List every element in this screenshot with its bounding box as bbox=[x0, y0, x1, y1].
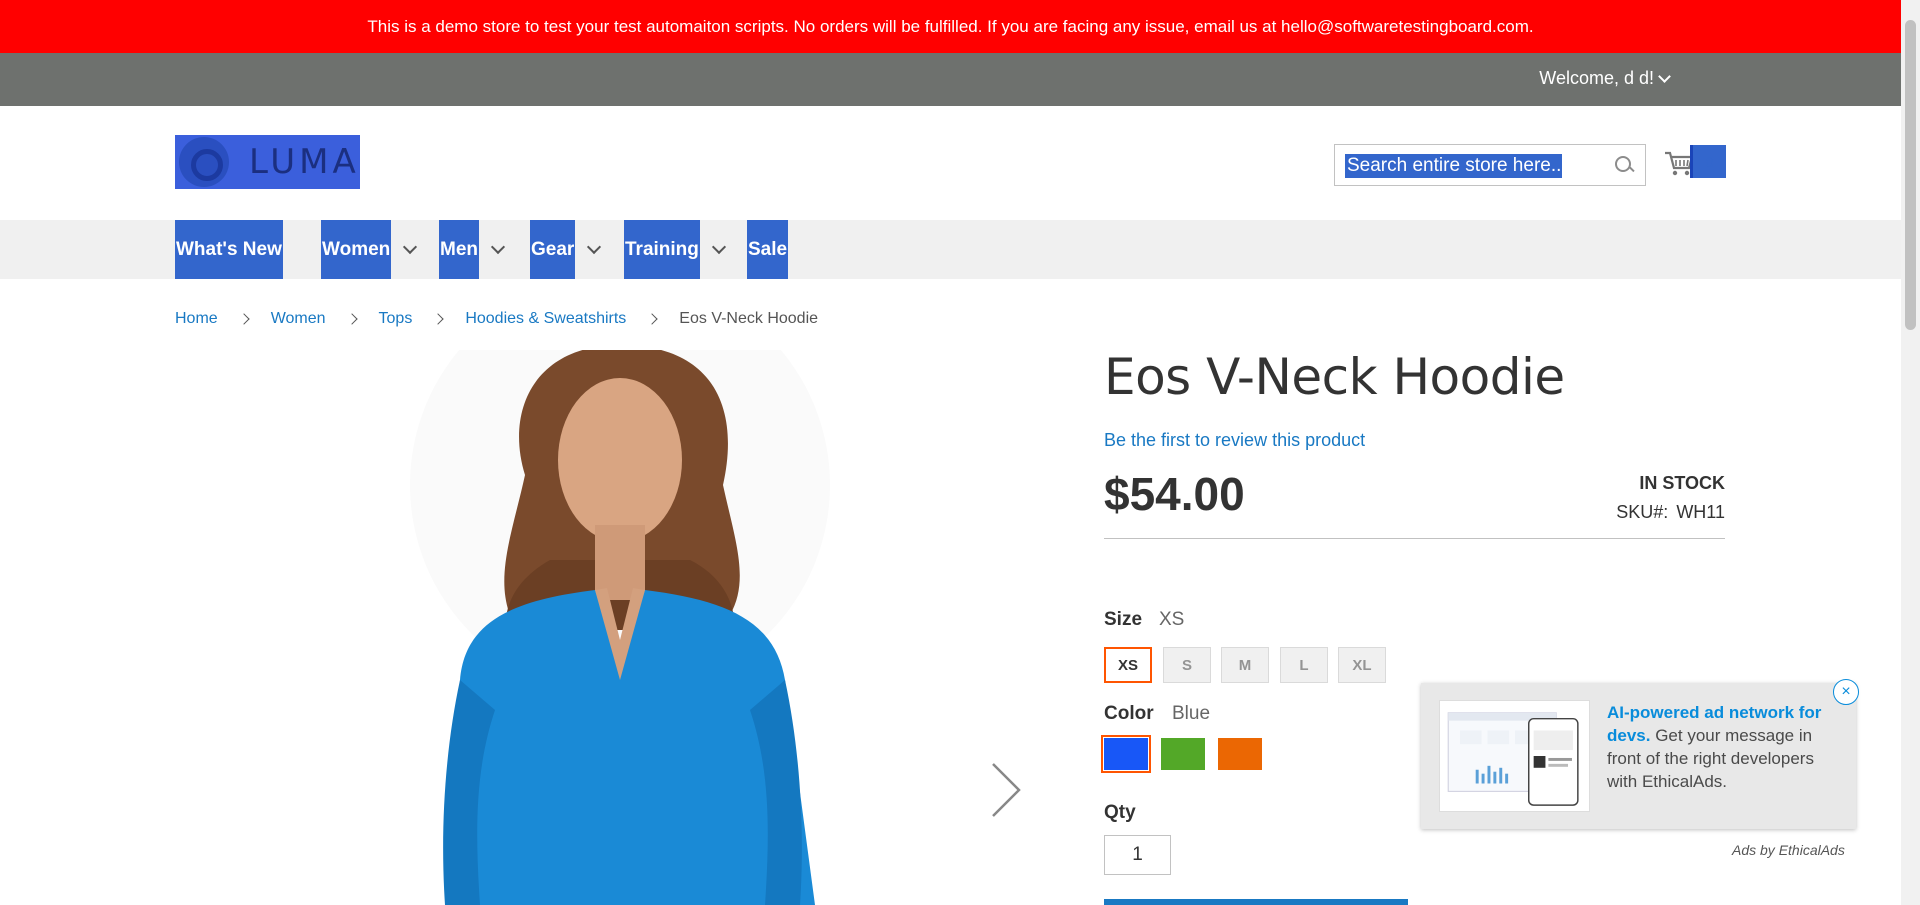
size-option-m[interactable]: M bbox=[1221, 647, 1269, 683]
size-option-s[interactable]: S bbox=[1163, 647, 1211, 683]
chevron-down-icon bbox=[490, 239, 506, 254]
top-header-bar: Welcome, d d! bbox=[0, 53, 1901, 106]
scrollbar-thumb[interactable] bbox=[1905, 20, 1916, 330]
ethical-ad-card[interactable]: AI-powered ad network for devs. Get your… bbox=[1421, 683, 1856, 829]
chevron-right-icon bbox=[432, 313, 444, 325]
minicart-button[interactable]: 0 bbox=[1660, 145, 1726, 181]
qty-label: Qty bbox=[1104, 802, 1136, 823]
chevron-right-icon bbox=[646, 313, 658, 325]
chevron-down-icon bbox=[711, 239, 726, 254]
breadcrumb-hoodies-sweatshirts[interactable]: Hoodies & Sweatshirts bbox=[465, 310, 626, 328]
nav-label: Training bbox=[624, 220, 700, 279]
product-price: $54.00 bbox=[1104, 468, 1245, 520]
nav-item-men[interactable]: Men bbox=[439, 220, 506, 279]
product-sku: SKU#: WH11 bbox=[1616, 502, 1725, 523]
logo-text: LUMA bbox=[249, 142, 360, 182]
breadcrumb-tops[interactable]: Tops bbox=[379, 310, 413, 328]
store-logo[interactable]: LUMA bbox=[175, 135, 360, 189]
divider bbox=[1104, 538, 1725, 539]
ad-attribution-link[interactable]: Ads by EthicalAds bbox=[1732, 842, 1845, 858]
nav-label: Sale bbox=[747, 220, 789, 279]
page-scrollbar[interactable] bbox=[1901, 0, 1920, 905]
color-option-green[interactable] bbox=[1161, 738, 1205, 770]
chevron-down-icon bbox=[1658, 69, 1671, 83]
product-image-gallery[interactable] bbox=[175, 350, 1050, 905]
size-label: Size bbox=[1104, 609, 1143, 630]
product-photo bbox=[410, 350, 830, 905]
nav-item-women[interactable]: Women bbox=[321, 220, 418, 279]
color-selected-value: Blue bbox=[1172, 703, 1211, 724]
nav-label: Gear bbox=[530, 220, 576, 279]
search-icon[interactable] bbox=[1615, 156, 1635, 176]
cart-count-badge: 0 bbox=[1690, 145, 1726, 178]
nav-label: What's New bbox=[175, 220, 283, 279]
chevron-down-icon bbox=[403, 239, 418, 254]
ad-text: AI-powered ad network for devs. Get your… bbox=[1607, 701, 1837, 793]
size-selected-value: XS bbox=[1159, 609, 1185, 630]
main-navigation: What's New Women Men Gear Training Sale bbox=[0, 220, 1901, 279]
size-option-xs[interactable]: XS bbox=[1104, 647, 1152, 683]
size-option-l[interactable]: L bbox=[1280, 647, 1328, 683]
breadcrumb-current: Eos V-Neck Hoodie bbox=[679, 310, 819, 327]
color-option-orange[interactable] bbox=[1218, 738, 1262, 770]
breadcrumb: Home Women Tops Hoodies & Sweatshirts Eo… bbox=[175, 310, 818, 328]
close-icon[interactable]: × bbox=[1833, 679, 1859, 705]
chevron-down-icon bbox=[587, 239, 602, 254]
luma-logo-icon bbox=[179, 137, 229, 187]
ad-thumbnail-image bbox=[1439, 700, 1590, 812]
nav-label: Women bbox=[321, 220, 392, 279]
breadcrumb-home[interactable]: Home bbox=[175, 310, 218, 328]
demo-store-banner: This is a demo store to test your test a… bbox=[0, 0, 1901, 53]
nav-item-gear[interactable]: Gear bbox=[530, 220, 602, 279]
qty-input[interactable] bbox=[1104, 835, 1171, 875]
chevron-right-icon bbox=[238, 313, 250, 325]
chevron-right-icon[interactable] bbox=[985, 760, 1025, 820]
search-box bbox=[1334, 144, 1646, 186]
nav-label: Men bbox=[439, 220, 479, 279]
color-option-blue[interactable] bbox=[1101, 735, 1151, 773]
add-to-cart-button[interactable] bbox=[1104, 899, 1408, 905]
nav-item-sale[interactable]: Sale bbox=[747, 220, 789, 279]
stock-status: IN STOCK bbox=[1639, 473, 1725, 493]
review-link[interactable]: Be the first to review this product bbox=[1104, 430, 1365, 451]
sku-value: WH11 bbox=[1676, 502, 1725, 522]
chevron-right-icon bbox=[345, 313, 358, 325]
customer-welcome-menu[interactable]: Welcome, d d! bbox=[1539, 68, 1671, 89]
color-label: Color bbox=[1104, 703, 1154, 724]
product-title: Eos V-Neck Hoodie bbox=[1104, 348, 1565, 406]
nav-item-whats-new[interactable]: What's New bbox=[175, 220, 283, 279]
demo-banner-text: This is a demo store to test your test a… bbox=[367, 16, 1534, 36]
welcome-text: Welcome, d d! bbox=[1539, 68, 1654, 88]
nav-item-training[interactable]: Training bbox=[624, 220, 726, 279]
breadcrumb-women[interactable]: Women bbox=[271, 310, 326, 328]
search-input[interactable] bbox=[1345, 154, 1562, 178]
size-option-xl[interactable]: XL bbox=[1338, 647, 1386, 683]
sku-label: SKU#: bbox=[1616, 502, 1669, 522]
